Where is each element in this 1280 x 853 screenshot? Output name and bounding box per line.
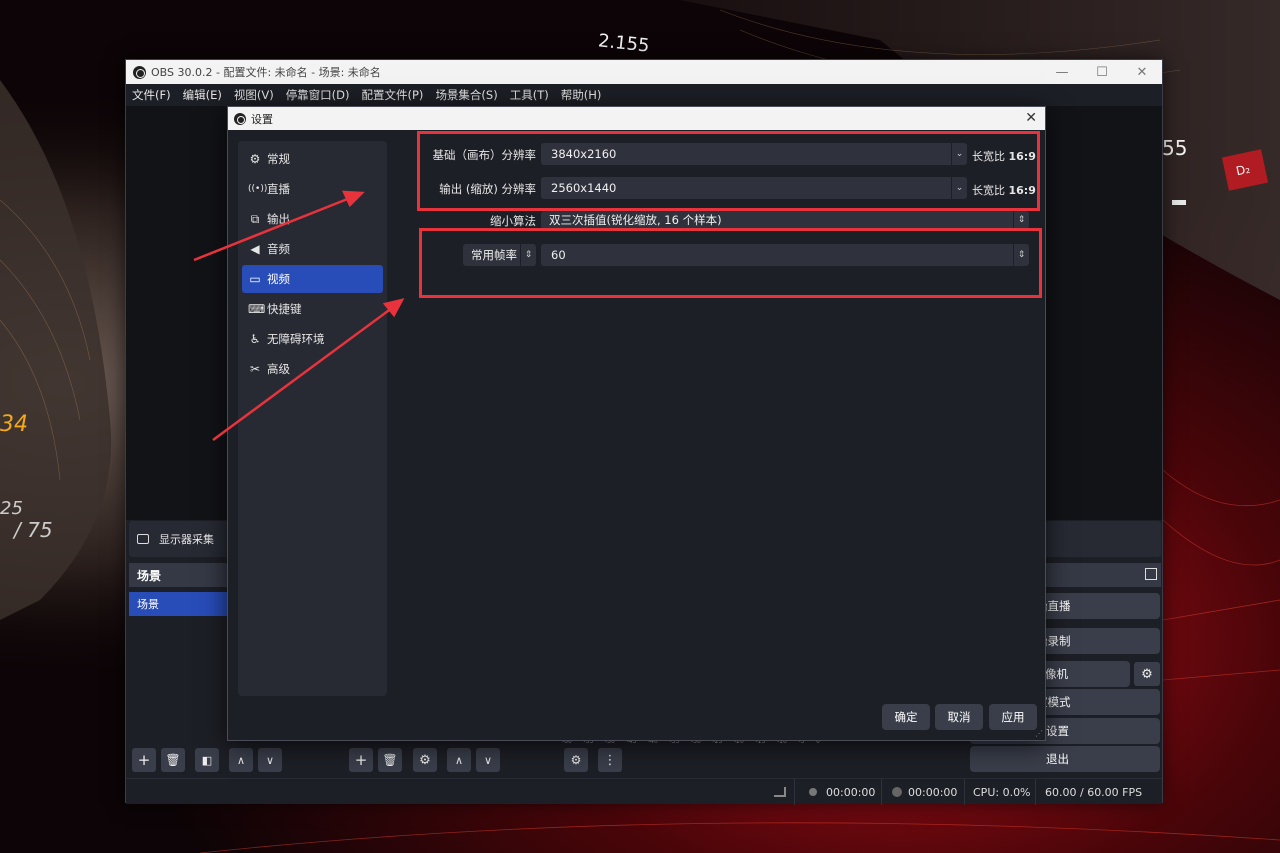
cancel-button[interactable]: 取消 [935,704,983,730]
updown-arrows-icon: ⇕ [1013,211,1029,229]
menu-docks[interactable]: 停靠窗口(D) [286,87,350,103]
nav-item-label: 快捷键 [267,302,302,316]
nav-item-general[interactable]: ⚙ 常规 [242,145,383,173]
speaker-icon: ◀ [250,242,260,256]
settings-titlebar: 设置 ✕ [228,107,1045,130]
obs-menubar: 文件(F) 编辑(E) 视图(V) 停靠窗口(D) 配置文件(P) 场景集合(S… [126,84,1162,106]
downscale-filter-label: 缩小算法 [490,214,536,228]
menu-scene-collection[interactable]: 场景集合(S) [435,87,497,103]
annotation-box-resolution [417,131,1040,211]
apply-button[interactable]: 应用 [989,704,1037,730]
obs-window-title: OBS 30.0.2 - 配置文件: 未命名 - 场景: 未命名 [151,66,381,79]
keyboard-icon: ⌨ [248,302,266,316]
audio-menu-button[interactable]: ⋮ [598,748,622,772]
obs-titlebar: OBS 30.0.2 - 配置文件: 未命名 - 场景: 未命名 — ☐ ✕ [126,60,1162,84]
ok-label: 确定 [894,710,918,724]
wallpaper-text: 25 [0,498,23,519]
maximize-icon[interactable]: ☐ [1082,60,1122,84]
menu-edit[interactable]: 编辑(E) [183,87,222,103]
nav-item-audio[interactable]: ◀ 音频 [242,235,383,263]
nav-item-label: 常规 [267,152,290,166]
downscale-filter-value: 双三次插值(锐化缩放, 16 个样本) [549,213,722,227]
window-controls: — ☐ ✕ [1042,60,1162,84]
stream-status-icon [809,788,817,796]
nav-item-label: 直播 [267,182,290,196]
wallpaper-text: / 75 [14,518,53,542]
ok-button[interactable]: 确定 [882,704,930,730]
signal-icon [774,787,786,797]
annotation-box-fps [419,228,1042,298]
nav-item-accessibility[interactable]: ♿ 无障碍环境 [242,325,383,353]
cpu-usage: CPU: 0.0% [973,786,1031,799]
cancel-label: 取消 [947,710,971,724]
scenes-title: 场景 [137,568,162,583]
source-move-down-button[interactable]: ∨ [476,748,500,772]
nav-item-stream[interactable]: ((•)) 直播 [242,175,383,203]
close-icon[interactable]: ✕ [1122,60,1162,84]
obs-logo-icon [234,112,246,125]
add-scene-button[interactable]: + [132,748,156,772]
menu-view[interactable]: 视图(V) [234,87,274,103]
apply-label: 应用 [1001,710,1025,724]
nav-item-label: 高级 [267,362,290,376]
add-source-button[interactable]: + [349,748,373,772]
dock-popout-icon[interactable] [1145,568,1157,580]
monitor-icon [137,534,149,544]
wallpaper-text: 34 [0,412,28,437]
scene-item-label: 场景 [137,598,159,611]
scene-filters-button[interactable]: ◧ [195,748,219,772]
obs-logo-icon [133,65,146,79]
gear-icon: ⚙ [249,152,261,166]
virtual-camera-settings-button[interactable]: ⚙ [1134,662,1160,686]
source-label: 显示器采集 [159,533,214,546]
settings-nav: ⚙ 常规 ((•)) 直播 ⧉ 输出 ◀ 音频 ▭ 视频 ⌨ 快捷键 ♿ 无障碍… [238,141,387,696]
menu-file[interactable]: 文件(F) [132,87,171,103]
nav-item-label: 音频 [267,242,290,256]
downscale-filter-combo[interactable]: 双三次插值(锐化缩放, 16 个样本) ⇕ [541,211,1029,229]
controls-dock-header [1046,563,1161,587]
fps-readout: 60.00 / 60.00 FPS [1045,786,1143,799]
stream-time: 00:00:00 [826,786,876,799]
nav-item-label: 输出 [267,212,290,226]
nav-item-video[interactable]: ▭ 视频 [242,265,383,293]
audio-settings-button[interactable]: ⚙ [564,748,588,772]
tools-icon: ✂ [249,362,261,376]
record-status-icon [892,787,902,797]
monitor-icon: ▭ [249,272,261,286]
close-icon[interactable]: ✕ [1025,110,1037,126]
scene-move-down-button[interactable]: ∨ [258,748,282,772]
menu-help[interactable]: 帮助(H) [561,87,602,103]
exit-label: 退出 [1046,752,1069,766]
settings-label: 设置 [1046,724,1069,738]
nav-item-advanced[interactable]: ✂ 高级 [242,355,383,383]
nav-item-hotkeys[interactable]: ⌨ 快捷键 [242,295,383,323]
output-icon: ⧉ [250,211,260,226]
source-properties-button[interactable]: ⚙ [413,748,437,772]
menu-profile[interactable]: 配置文件(P) [362,87,424,103]
broadcast-icon: ((•)) [248,184,268,194]
status-bar: 00:00:00 00:00:00 CPU: 0.0% 60.00 / 60.0… [126,778,1162,805]
resize-grip-icon[interactable]: ⋰ [1035,729,1043,738]
settings-title: 设置 [251,112,273,126]
source-move-up-button[interactable]: ∧ [447,748,471,772]
accessibility-icon: ♿ [249,332,261,346]
wallpaper-text: D₂ [1234,161,1252,179]
minimize-icon[interactable]: — [1042,60,1082,84]
record-time: 00:00:00 [908,786,958,799]
menu-tools[interactable]: 工具(T) [510,87,549,103]
nav-item-label: 视频 [267,272,290,286]
remove-scene-button[interactable]: 🗑 [161,748,185,772]
nav-item-label: 无障碍环境 [267,332,325,346]
exit-button[interactable]: 退出 [970,746,1160,772]
nav-item-output[interactable]: ⧉ 输出 [242,205,383,233]
remove-source-button[interactable]: 🗑 [378,748,402,772]
scene-list-item[interactable]: 场景 [129,592,227,616]
wallpaper-text: 55 [1162,136,1188,160]
scene-move-up-button[interactable]: ∧ [229,748,253,772]
